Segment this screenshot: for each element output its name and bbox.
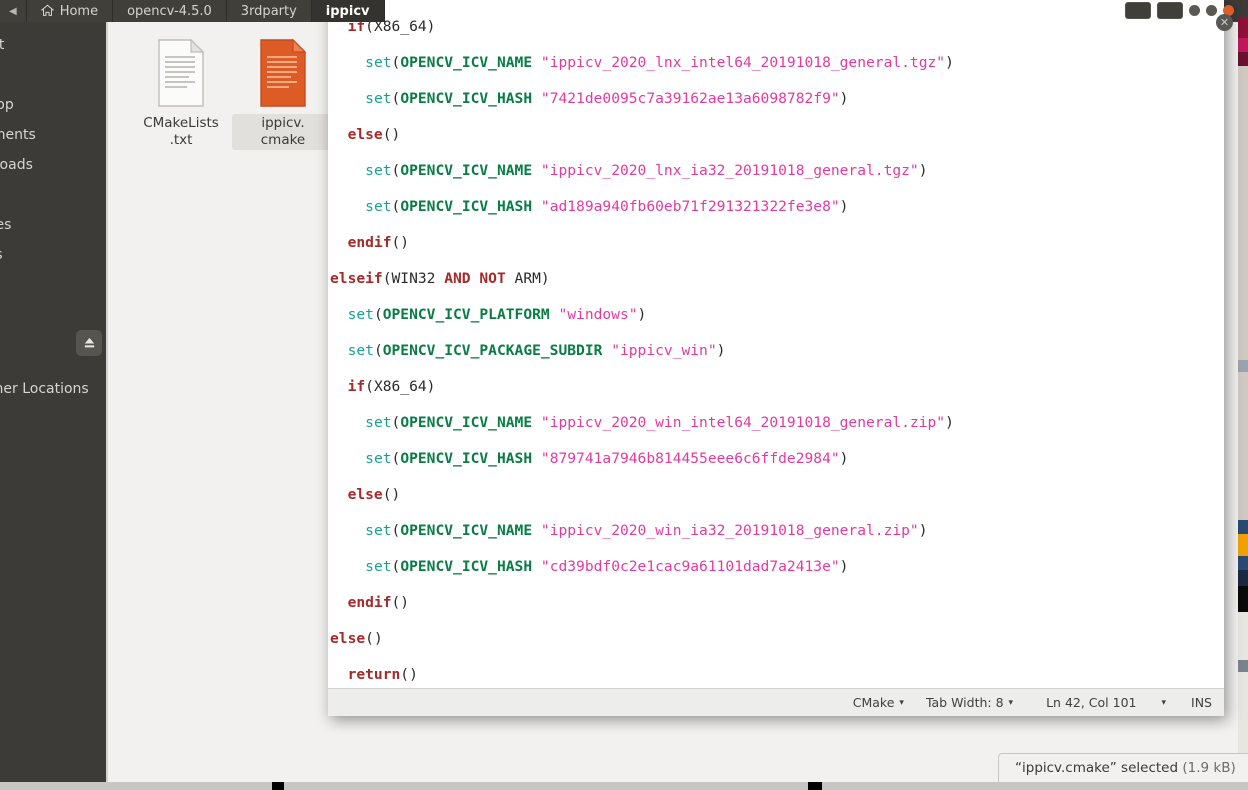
list-item-label: ippicv. cmake: [232, 114, 334, 150]
breadcrumb-item-ippicv[interactable]: ippicv: [311, 0, 385, 22]
list-item[interactable]: ippicv. cmake: [232, 34, 334, 184]
sidebar-label-videos: Videos: [0, 247, 3, 263]
sidebar-item-music[interactable]: Music: [0, 180, 106, 210]
cursor-position-label: Ln 42, Col 101: [1046, 695, 1137, 710]
maximize-button[interactable]: [1206, 5, 1217, 16]
code-line: endif(): [347, 234, 410, 251]
sidebar-label-recent: Recent: [0, 37, 5, 53]
code-line: else(): [347, 486, 401, 503]
home-icon: [40, 4, 55, 17]
cmake-file-icon: [255, 38, 311, 108]
sidebar-item-home[interactable]: Home: [0, 60, 106, 90]
code-line: set(OPENCV_ICV_NAME "ippicv_2020_lnx_int…: [365, 54, 954, 71]
code-line: set(OPENCV_ICV_PLATFORM "windows"): [347, 306, 647, 323]
text-file-icon: [153, 38, 209, 108]
code-line: return(): [347, 666, 418, 683]
selection-text: “ippicv.cmake” selected: [1015, 760, 1179, 776]
code-line: set(OPENCV_ICV_HASH "ad189a940fb60eb71f2…: [365, 198, 849, 215]
chevron-down-icon: ▾: [1161, 697, 1167, 708]
selection-size: (1.9 kB): [1182, 760, 1236, 776]
breadcrumb-label-ippicv: ippicv: [325, 3, 370, 19]
sidebar-label-downloads: Downloads: [0, 157, 33, 173]
code-line: else(): [330, 630, 383, 647]
code-line: set(OPENCV_ICV_NAME "ippicv_2020_win_int…: [365, 414, 954, 431]
breadcrumb-label-3rdparty: 3rdparty: [240, 3, 297, 19]
tab-width-label: Tab Width: 8: [925, 695, 1004, 710]
close-icon[interactable]: ✕: [1216, 14, 1233, 31]
sidebar-label-other-locations: Other Locations: [0, 381, 89, 397]
screen: ~/opencv-4.5.0/3rdparty/ippicv ◀ Home op…: [0, 0, 1248, 790]
sidebar-item-downloads[interactable]: Downloads: [0, 150, 106, 180]
code-line: set(OPENCV_ICV_HASH "879741a7946b814455e…: [365, 450, 849, 467]
language-selector[interactable]: CMake ▾: [842, 695, 915, 710]
sidebar-item-recent[interactable]: Recent: [0, 30, 106, 60]
code-line: set(OPENCV_ICV_HASH "7421de0095c7a39162a…: [365, 90, 849, 107]
chevron-down-icon: ▾: [899, 697, 904, 708]
toolbar-button-b[interactable]: [1157, 2, 1183, 19]
toolbar-button-a[interactable]: [1125, 2, 1151, 19]
tab-width-selector[interactable]: Tab Width: 8 ▾: [915, 695, 1024, 710]
list-item-label: CMakeLists .txt: [143, 115, 219, 148]
code-editor-content[interactable]: if(X86_64) set(OPENCV_ICV_NAME "ippicv_2…: [328, 0, 1224, 688]
breadcrumb-label-home: Home: [59, 3, 99, 19]
breadcrumb-item-opencv[interactable]: opencv-4.5.0: [113, 0, 227, 22]
sidebar-item-other-locations[interactable]: Other Locations: [0, 374, 106, 404]
code-line: set(OPENCV_ICV_PACKAGE_SUBDIR "ippicv_wi…: [347, 342, 726, 359]
cursor-position[interactable]: Ln 42, Col 101: [1024, 695, 1147, 710]
code-line: set(OPENCV_ICV_HASH "cd39bdf0c2e1cac9a61…: [365, 558, 849, 575]
code-line: set(OPENCV_ICV_NAME "ippicv_2020_win_ia3…: [365, 522, 928, 539]
sidebar-label-desktop: Desktop: [0, 97, 14, 113]
status-badge: “ippicv.cmake” selected (1.9 kB): [998, 753, 1248, 783]
sidebar-label-documents: Documents: [0, 127, 36, 143]
eject-icon[interactable]: [76, 330, 102, 356]
desktop-strip: [0, 782, 1248, 790]
breadcrumb-item-home[interactable]: Home: [26, 0, 114, 22]
sidebar-item-pictures[interactable]: Pictures: [0, 210, 106, 240]
code-line: else(): [347, 126, 401, 143]
list-item[interactable]: CMakeLists .txt: [130, 34, 232, 184]
code-line: if(X86_64): [347, 18, 436, 35]
breadcrumb-item-3rdparty[interactable]: 3rdparty: [226, 0, 312, 22]
minimize-button[interactable]: [1189, 5, 1200, 16]
insert-mode-label: INS: [1191, 695, 1212, 710]
breadcrumb: ◀ Home opencv-4.5.0 3rdparty ippicv: [0, 0, 385, 22]
breadcrumb-label-opencv: opencv-4.5.0: [127, 3, 212, 19]
insert-mode-indicator: INS: [1180, 695, 1214, 710]
text-editor-window: if(X86_64) set(OPENCV_ICV_NAME "ippicv_2…: [328, 0, 1224, 716]
chevron-down-icon: ▾: [1008, 697, 1014, 708]
language-label: CMake: [852, 695, 895, 710]
code-line: if(X86_64): [347, 378, 436, 395]
code-line: endif(): [347, 594, 410, 611]
sidebar-item-videos[interactable]: Videos: [0, 240, 106, 270]
sidebar-item-documents[interactable]: Documents: [0, 120, 106, 150]
sidebar: Recent Home Desktop Documents Downloads …: [0, 22, 106, 782]
position-dropdown[interactable]: ▾: [1147, 698, 1180, 708]
sidebar-item-desktop[interactable]: Desktop: [0, 90, 106, 120]
code-line: set(OPENCV_ICV_NAME "ippicv_2020_lnx_ia3…: [365, 162, 928, 179]
code-line: elseif(WIN32 AND NOT ARM): [330, 270, 550, 287]
back-button[interactable]: ◀: [0, 0, 27, 22]
sidebar-label-pictures: Pictures: [0, 217, 12, 233]
strip-marker-left: [272, 782, 284, 790]
background-window-sliver: [1238, 0, 1248, 790]
editor-statusbar: CMake ▾ Tab Width: 8 ▾ Ln 42, Col 101 ▾ …: [328, 688, 1224, 716]
strip-marker-right: [808, 782, 822, 790]
